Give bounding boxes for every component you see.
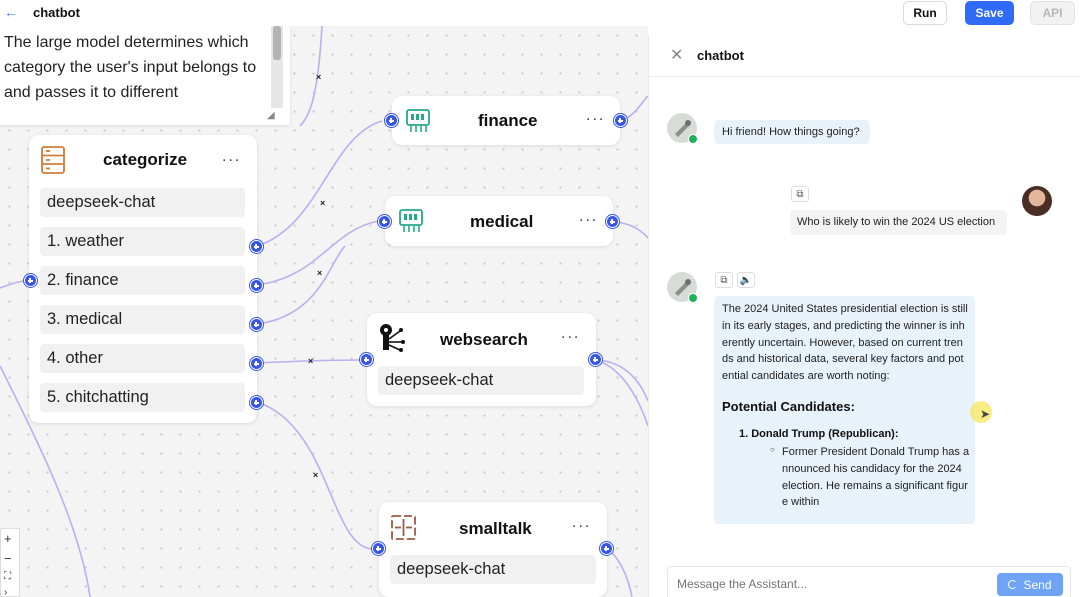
answer-message: The 2024 United States presidential elec… (714, 296, 975, 524)
api-button[interactable]: API (1030, 1, 1075, 25)
more-options-button[interactable]: ... (572, 515, 591, 531)
edge-websearch-out-1 (594, 359, 648, 402)
websearch-icon (380, 324, 405, 352)
speaker-icon[interactable]: 🔈 (737, 272, 755, 288)
smalltalk-icon (391, 515, 416, 540)
categorize-title: categorize (103, 150, 188, 169)
answer-heading: Potential Candidates: (722, 398, 855, 414)
edge-websearch-out-2 (594, 359, 648, 427)
user-message: Who is likely to win the 2024 US electio… (790, 210, 1007, 235)
finance-node[interactable]: finance ... (392, 96, 620, 145)
app-title: chatbot (33, 5, 80, 20)
categorize-node[interactable]: categorize ... deepseek-chat 1. weather … (29, 135, 257, 423)
more-options-button[interactable]: ... (579, 209, 598, 225)
send-button[interactable]: Send (997, 573, 1063, 596)
category-item-finance[interactable]: 2. finance (40, 266, 245, 295)
websearch-model[interactable]: deepseek-chat (378, 366, 584, 395)
other-output-port[interactable] (250, 357, 263, 370)
categorize-icon (41, 146, 65, 174)
medical-output-port[interactable] (606, 215, 619, 228)
copy-icon[interactable]: ⧉ (715, 272, 733, 288)
smalltalk-output-port[interactable] (600, 542, 613, 555)
finance-title: finance (478, 111, 538, 130)
category-item-chitchatting[interactable]: 5. chitchatting (40, 383, 245, 412)
edge-weather-finance (256, 120, 383, 247)
note-node[interactable]: The large model determines which categor… (0, 26, 290, 125)
more-controls-icon[interactable]: › (4, 587, 7, 597)
medical-title: medical (470, 212, 534, 231)
bot-avatar-icon (675, 120, 691, 137)
edge-medical-websearch (256, 245, 346, 325)
finance-output-port[interactable] (614, 114, 627, 127)
top-bar: ← chatbot Run Save API (0, 0, 1080, 26)
bullet-icon: ○ (770, 445, 775, 454)
edge-smalltalk-out (604, 547, 633, 597)
categorize-input-port[interactable] (24, 274, 37, 287)
chitchatting-output-port[interactable] (250, 396, 263, 409)
zoom-controls: + − ⛶ › (0, 528, 20, 597)
copy-icon[interactable]: ⧉ (791, 186, 809, 202)
resize-grip-icon[interactable]: ◢ (267, 110, 275, 121)
send-label: Send (1023, 577, 1052, 592)
medical-input-port[interactable] (378, 215, 391, 228)
medical-node[interactable]: medical ... (385, 196, 613, 246)
workflow-canvas[interactable]: The large model determines which categor… (0, 26, 648, 597)
back-arrow-icon[interactable]: ← (4, 4, 18, 20)
category-item-other[interactable]: 4. other (40, 344, 245, 373)
websearch-output-port[interactable] (589, 353, 602, 366)
smalltalk-title: smalltalk (459, 519, 532, 538)
cursor-icon: ➤ (980, 407, 991, 421)
smalltalk-node[interactable]: smalltalk ... deepseek-chat (379, 502, 607, 597)
note-text: The large model determines which categor… (4, 34, 257, 101)
note-scroll-thumb[interactable] (273, 26, 281, 60)
edge-delete-button[interactable]: × (320, 198, 325, 208)
chat-title: chatbot (697, 48, 744, 63)
category-item-medical[interactable]: 3. medical (40, 305, 245, 334)
zoom-in-button[interactable]: + (4, 531, 12, 546)
edge-delete-button[interactable]: × (308, 356, 313, 366)
answer-list-item: 1. Donald Trump (Republican): (739, 428, 899, 440)
more-options-button[interactable]: ... (586, 108, 605, 124)
zoom-out-button[interactable]: − (4, 551, 12, 566)
smalltalk-input-port[interactable] (372, 542, 385, 555)
edge-delete-button[interactable]: × (317, 268, 322, 278)
bot-avatar (667, 113, 698, 144)
close-icon[interactable]: ✕ (670, 45, 683, 65)
fit-view-icon[interactable]: ⛶ (4, 571, 11, 582)
chip-icon (406, 109, 430, 132)
edge-delete-button[interactable]: × (316, 72, 321, 82)
edge-delete-button[interactable]: × (313, 470, 318, 480)
answer-intro: The 2024 United States presidential elec… (722, 303, 968, 383)
medical-output-port[interactable] (250, 318, 263, 331)
finance-output-port[interactable] (250, 279, 263, 292)
user-avatar (1022, 186, 1052, 216)
websearch-title: websearch (440, 330, 528, 349)
weather-output-port[interactable] (250, 240, 263, 253)
chat-panel: ✕ chatbot Hi friend! How things going? ⧉… (648, 35, 1080, 597)
bot-avatar-icon (675, 279, 691, 296)
bot-avatar (667, 272, 698, 303)
chip-icon (399, 209, 423, 232)
chat-header: ✕ chatbot (649, 35, 1080, 77)
answer-sub-item: Former President Donald Trump has announ… (782, 446, 970, 509)
websearch-input-port[interactable] (360, 353, 373, 366)
finance-input-port[interactable] (385, 114, 398, 127)
more-options-button[interactable]: ... (222, 149, 241, 165)
message-composer: Send (667, 566, 1071, 597)
websearch-node[interactable]: websearch ... deepseek-chat (367, 313, 596, 406)
greeting-message: Hi friend! How things going? (714, 120, 870, 144)
save-button[interactable]: Save (965, 1, 1014, 25)
category-item-weather[interactable]: 1. weather (40, 227, 245, 256)
categorize-model[interactable]: deepseek-chat (40, 188, 245, 217)
loading-spinner-icon (1008, 580, 1018, 589)
more-options-button[interactable]: ... (561, 326, 580, 342)
smalltalk-model[interactable]: deepseek-chat (390, 555, 596, 584)
run-button[interactable]: Run (903, 1, 947, 25)
message-input[interactable] (677, 577, 977, 591)
